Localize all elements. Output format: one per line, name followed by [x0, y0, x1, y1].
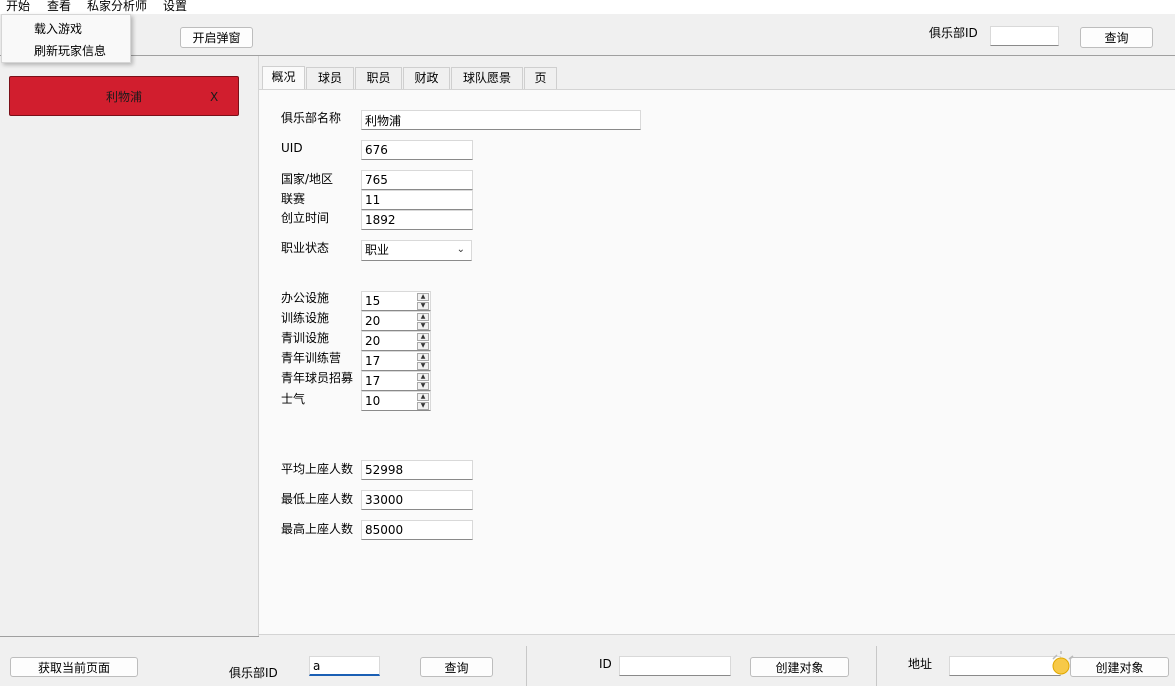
sidebar — [0, 56, 259, 636]
toolbar-query-button[interactable]: 查询 — [1080, 27, 1153, 48]
status-select-value: 职业 — [365, 243, 390, 257]
facility-spinner-youth[interactable]: 20 ▲ ▼ — [361, 331, 431, 351]
facility-spinner-office[interactable]: 15 ▲ ▼ — [361, 291, 431, 311]
facility-spinner-training[interactable]: 20 ▲ ▼ — [361, 311, 431, 331]
tab-staff[interactable]: 职员 — [355, 67, 402, 89]
content-bottom-divider — [259, 634, 1175, 635]
create-object-button[interactable]: 创建对象 — [750, 657, 849, 677]
get-current-page-button[interactable]: 获取当前页面 — [10, 657, 138, 677]
club-card-close-icon[interactable]: X — [210, 89, 218, 105]
spin-down-icon[interactable]: ▼ — [417, 302, 429, 310]
bottom-club-id-label: 俱乐部ID — [229, 666, 278, 680]
tab-finance[interactable]: 财政 — [403, 67, 450, 89]
address-label: 地址 — [908, 657, 933, 671]
tab-page[interactable]: 页 — [524, 67, 557, 89]
status-select[interactable]: 职业 ⌄ — [361, 240, 472, 261]
facility-label-office: 办公设施 — [281, 291, 330, 305]
bottom-id-input[interactable] — [619, 656, 731, 676]
menu-bar: 开始 查看 私家分析师 设置 — [0, 0, 1175, 14]
bottom-separator-2 — [876, 646, 877, 686]
facility-value-youth: 20 — [365, 334, 381, 348]
club-card-name: 利物浦 — [106, 90, 143, 104]
facility-value-office: 15 — [365, 294, 381, 308]
avg-attendance-label: 平均上座人数 — [281, 462, 354, 476]
club-name-input[interactable] — [361, 110, 641, 130]
bottom-id-label: ID — [599, 657, 612, 671]
facility-label-youth-camp: 青年训练营 — [281, 351, 342, 365]
toolbar-club-id-label: 俱乐部ID — [929, 26, 978, 40]
nation-input[interactable] — [361, 170, 473, 190]
watermark-logo-icon — [1052, 651, 1074, 675]
status-label: 职业状态 — [281, 241, 330, 255]
uid-input[interactable] — [361, 140, 473, 160]
facility-label-training: 训练设施 — [281, 311, 330, 325]
nation-label: 国家/地区 — [281, 172, 334, 186]
bottom-separator-1 — [526, 646, 527, 686]
bottom-query-button[interactable]: 查询 — [420, 657, 493, 677]
facility-spinner-morale[interactable]: 10 ▲ ▼ — [361, 391, 431, 411]
facility-label-youth: 青训设施 — [281, 331, 330, 345]
create-object-button-2[interactable]: 创建对象 — [1070, 657, 1169, 677]
toolbar-club-id-input[interactable] — [990, 26, 1059, 46]
club-card-liverpool[interactable]: 利物浦 X — [9, 76, 239, 116]
min-attendance-label: 最低上座人数 — [281, 492, 354, 506]
tab-team-vision[interactable]: 球队愿景 — [451, 67, 523, 89]
spin-up-icon[interactable]: ▲ — [417, 313, 429, 321]
facility-value-morale: 10 — [365, 394, 381, 408]
open-popup-button[interactable]: 开启弹窗 — [180, 27, 253, 48]
spin-up-icon[interactable]: ▲ — [417, 373, 429, 381]
facility-value-youth-recruit: 17 — [365, 374, 381, 388]
facility-spinner-youth-camp[interactable]: 17 ▲ ▼ — [361, 351, 431, 371]
menu-load-game[interactable]: 载入游戏 — [34, 21, 82, 37]
spin-down-icon[interactable]: ▼ — [417, 342, 429, 350]
spin-up-icon[interactable]: ▲ — [417, 393, 429, 401]
max-attendance-input[interactable] — [361, 520, 473, 540]
address-input[interactable] — [949, 656, 1061, 676]
sidebar-bottom-divider — [0, 636, 259, 637]
max-attendance-label: 最高上座人数 — [281, 522, 354, 536]
spin-up-icon[interactable]: ▲ — [417, 353, 429, 361]
menu-refresh-player-info[interactable]: 刷新玩家信息 — [34, 43, 106, 59]
tab-players[interactable]: 球员 — [306, 67, 354, 89]
spin-down-icon[interactable]: ▼ — [417, 322, 429, 330]
spin-down-icon[interactable]: ▼ — [417, 362, 429, 370]
tab-overview[interactable]: 概况 — [262, 66, 305, 90]
chevron-down-icon: ⌄ — [456, 244, 465, 255]
founded-label: 创立时间 — [281, 211, 330, 225]
club-name-label: 俱乐部名称 — [281, 111, 342, 125]
founded-input[interactable] — [361, 210, 473, 230]
league-label: 联赛 — [281, 192, 306, 206]
facility-value-youth-camp: 17 — [365, 354, 381, 368]
spin-up-icon[interactable]: ▲ — [417, 333, 429, 341]
menu-analyst[interactable]: 私家分析师 — [87, 0, 147, 14]
facility-value-training: 20 — [365, 314, 381, 328]
bottom-club-id-input[interactable] — [309, 656, 380, 676]
uid-label: UID — [281, 141, 303, 155]
facility-spinner-youth-recruit[interactable]: 17 ▲ ▼ — [361, 371, 431, 391]
menu-view[interactable]: 查看 — [47, 0, 71, 14]
start-dropdown-menu: 载入游戏 刷新玩家信息 — [1, 14, 131, 63]
menu-start[interactable]: 开始 — [6, 0, 30, 14]
league-input[interactable] — [361, 190, 473, 210]
facility-label-morale: 士气 — [281, 392, 306, 406]
spin-down-icon[interactable]: ▼ — [417, 382, 429, 390]
min-attendance-input[interactable] — [361, 490, 473, 510]
avg-attendance-input[interactable] — [361, 460, 473, 480]
spin-up-icon[interactable]: ▲ — [417, 293, 429, 301]
spin-down-icon[interactable]: ▼ — [417, 402, 429, 410]
menu-settings[interactable]: 设置 — [163, 0, 187, 14]
facility-label-youth-recruit: 青年球员招募 — [281, 371, 354, 385]
